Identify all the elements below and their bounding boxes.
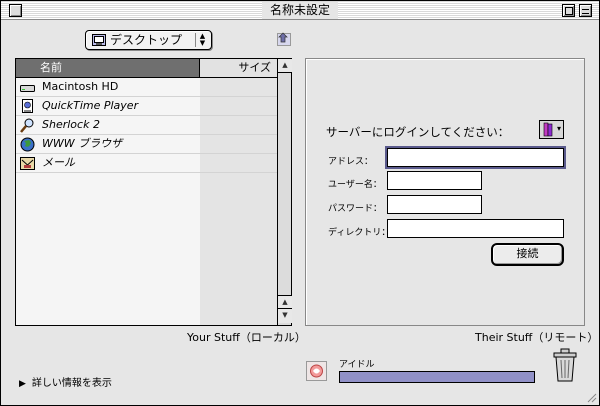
list-item-name: QuickTime Player (42, 99, 139, 112)
file-rows: Macintosh HD QuickTime Player Sherlock 2… (16, 78, 277, 173)
desktop-folder-icon (92, 34, 106, 49)
browser-icon (20, 137, 35, 152)
password-field[interactable] (387, 195, 482, 214)
ftp-window: 名称未設定 デスクトップ ▲ ▼ 名前 サイズ Macintosh HD Qui… (0, 0, 600, 406)
column-header-name[interactable]: 名前 (16, 59, 200, 77)
home-arrow-icon (277, 32, 291, 46)
sherlock-icon (20, 118, 35, 133)
bookmarks-icon (543, 122, 553, 137)
progress-fill (340, 372, 534, 382)
show-details-toggle[interactable]: ▶ 詳しい情報を表示 (19, 374, 112, 389)
status-icon (306, 361, 327, 381)
popup-arrows-icon: ▲ ▼ (195, 33, 209, 47)
resize-grip-icon[interactable] (585, 391, 597, 403)
disclosure-triangle-icon: ▶ (19, 379, 26, 389)
list-item-name: WWW ブラウザ (42, 137, 123, 150)
progress-bar (339, 371, 535, 383)
login-prompt: サーバーにログインしてください： (326, 125, 510, 139)
vertical-scrollbar[interactable]: ▲ ▲ ▼ (277, 59, 292, 325)
collapse-box[interactable] (579, 4, 592, 17)
address-label: アドレス： (328, 157, 374, 167)
address-field[interactable] (385, 146, 566, 169)
local-pane-label: Your Stuff（ローカル） (187, 331, 306, 344)
remote-pane-label: Their Stuff（リモート） (475, 331, 599, 344)
connect-button[interactable]: 接続 (491, 243, 564, 266)
zoom-box[interactable] (562, 4, 575, 17)
list-item-name: メール (42, 156, 75, 169)
close-box[interactable] (9, 4, 22, 17)
location-popup-label: デスクトップ (110, 33, 183, 47)
list-item[interactable]: QuickTime Player (16, 97, 277, 116)
title-bar[interactable]: 名称未設定 (1, 1, 599, 20)
directory-label: ディレクトリ： (328, 228, 391, 238)
home-button[interactable] (275, 30, 293, 48)
password-label: パスワード： (328, 204, 383, 214)
list-item[interactable]: メール (16, 154, 277, 173)
scroll-up-arrow-icon[interactable]: ▲ (278, 295, 292, 309)
window-title: 名称未設定 (261, 2, 339, 19)
bookmarks-button[interactable] (539, 120, 564, 139)
mail-icon (20, 156, 35, 171)
list-item[interactable]: Macintosh HD (16, 78, 277, 97)
list-item[interactable]: WWW ブラウザ (16, 135, 277, 154)
remote-login-panel: サーバーにログインしてください： アドレス： ユーザー名： パスワード： ディレ… (305, 58, 585, 326)
scroll-down-arrow-icon[interactable]: ▼ (278, 309, 292, 323)
quicktime-icon (20, 99, 35, 114)
username-field[interactable] (387, 171, 482, 190)
list-item-name: Macintosh HD (42, 80, 119, 93)
hard-disk-icon (20, 80, 35, 95)
trash-icon[interactable] (552, 347, 578, 383)
location-popup[interactable]: デスクトップ ▲ ▼ (85, 30, 212, 50)
list-item[interactable]: Sherlock 2 (16, 116, 277, 135)
list-item-name: Sherlock 2 (42, 118, 100, 131)
list-header: 名前 サイズ (16, 59, 277, 78)
status-text: アイドル (339, 360, 375, 370)
directory-field[interactable] (387, 219, 564, 238)
column-header-size[interactable]: サイズ (200, 59, 277, 77)
username-label: ユーザー名： (328, 180, 382, 190)
local-file-list[interactable]: 名前 サイズ Macintosh HD QuickTime Player She… (15, 58, 292, 326)
show-details-label: 詳しい情報を表示 (31, 378, 112, 389)
scroll-top-icon[interactable]: ▲ (278, 59, 292, 73)
